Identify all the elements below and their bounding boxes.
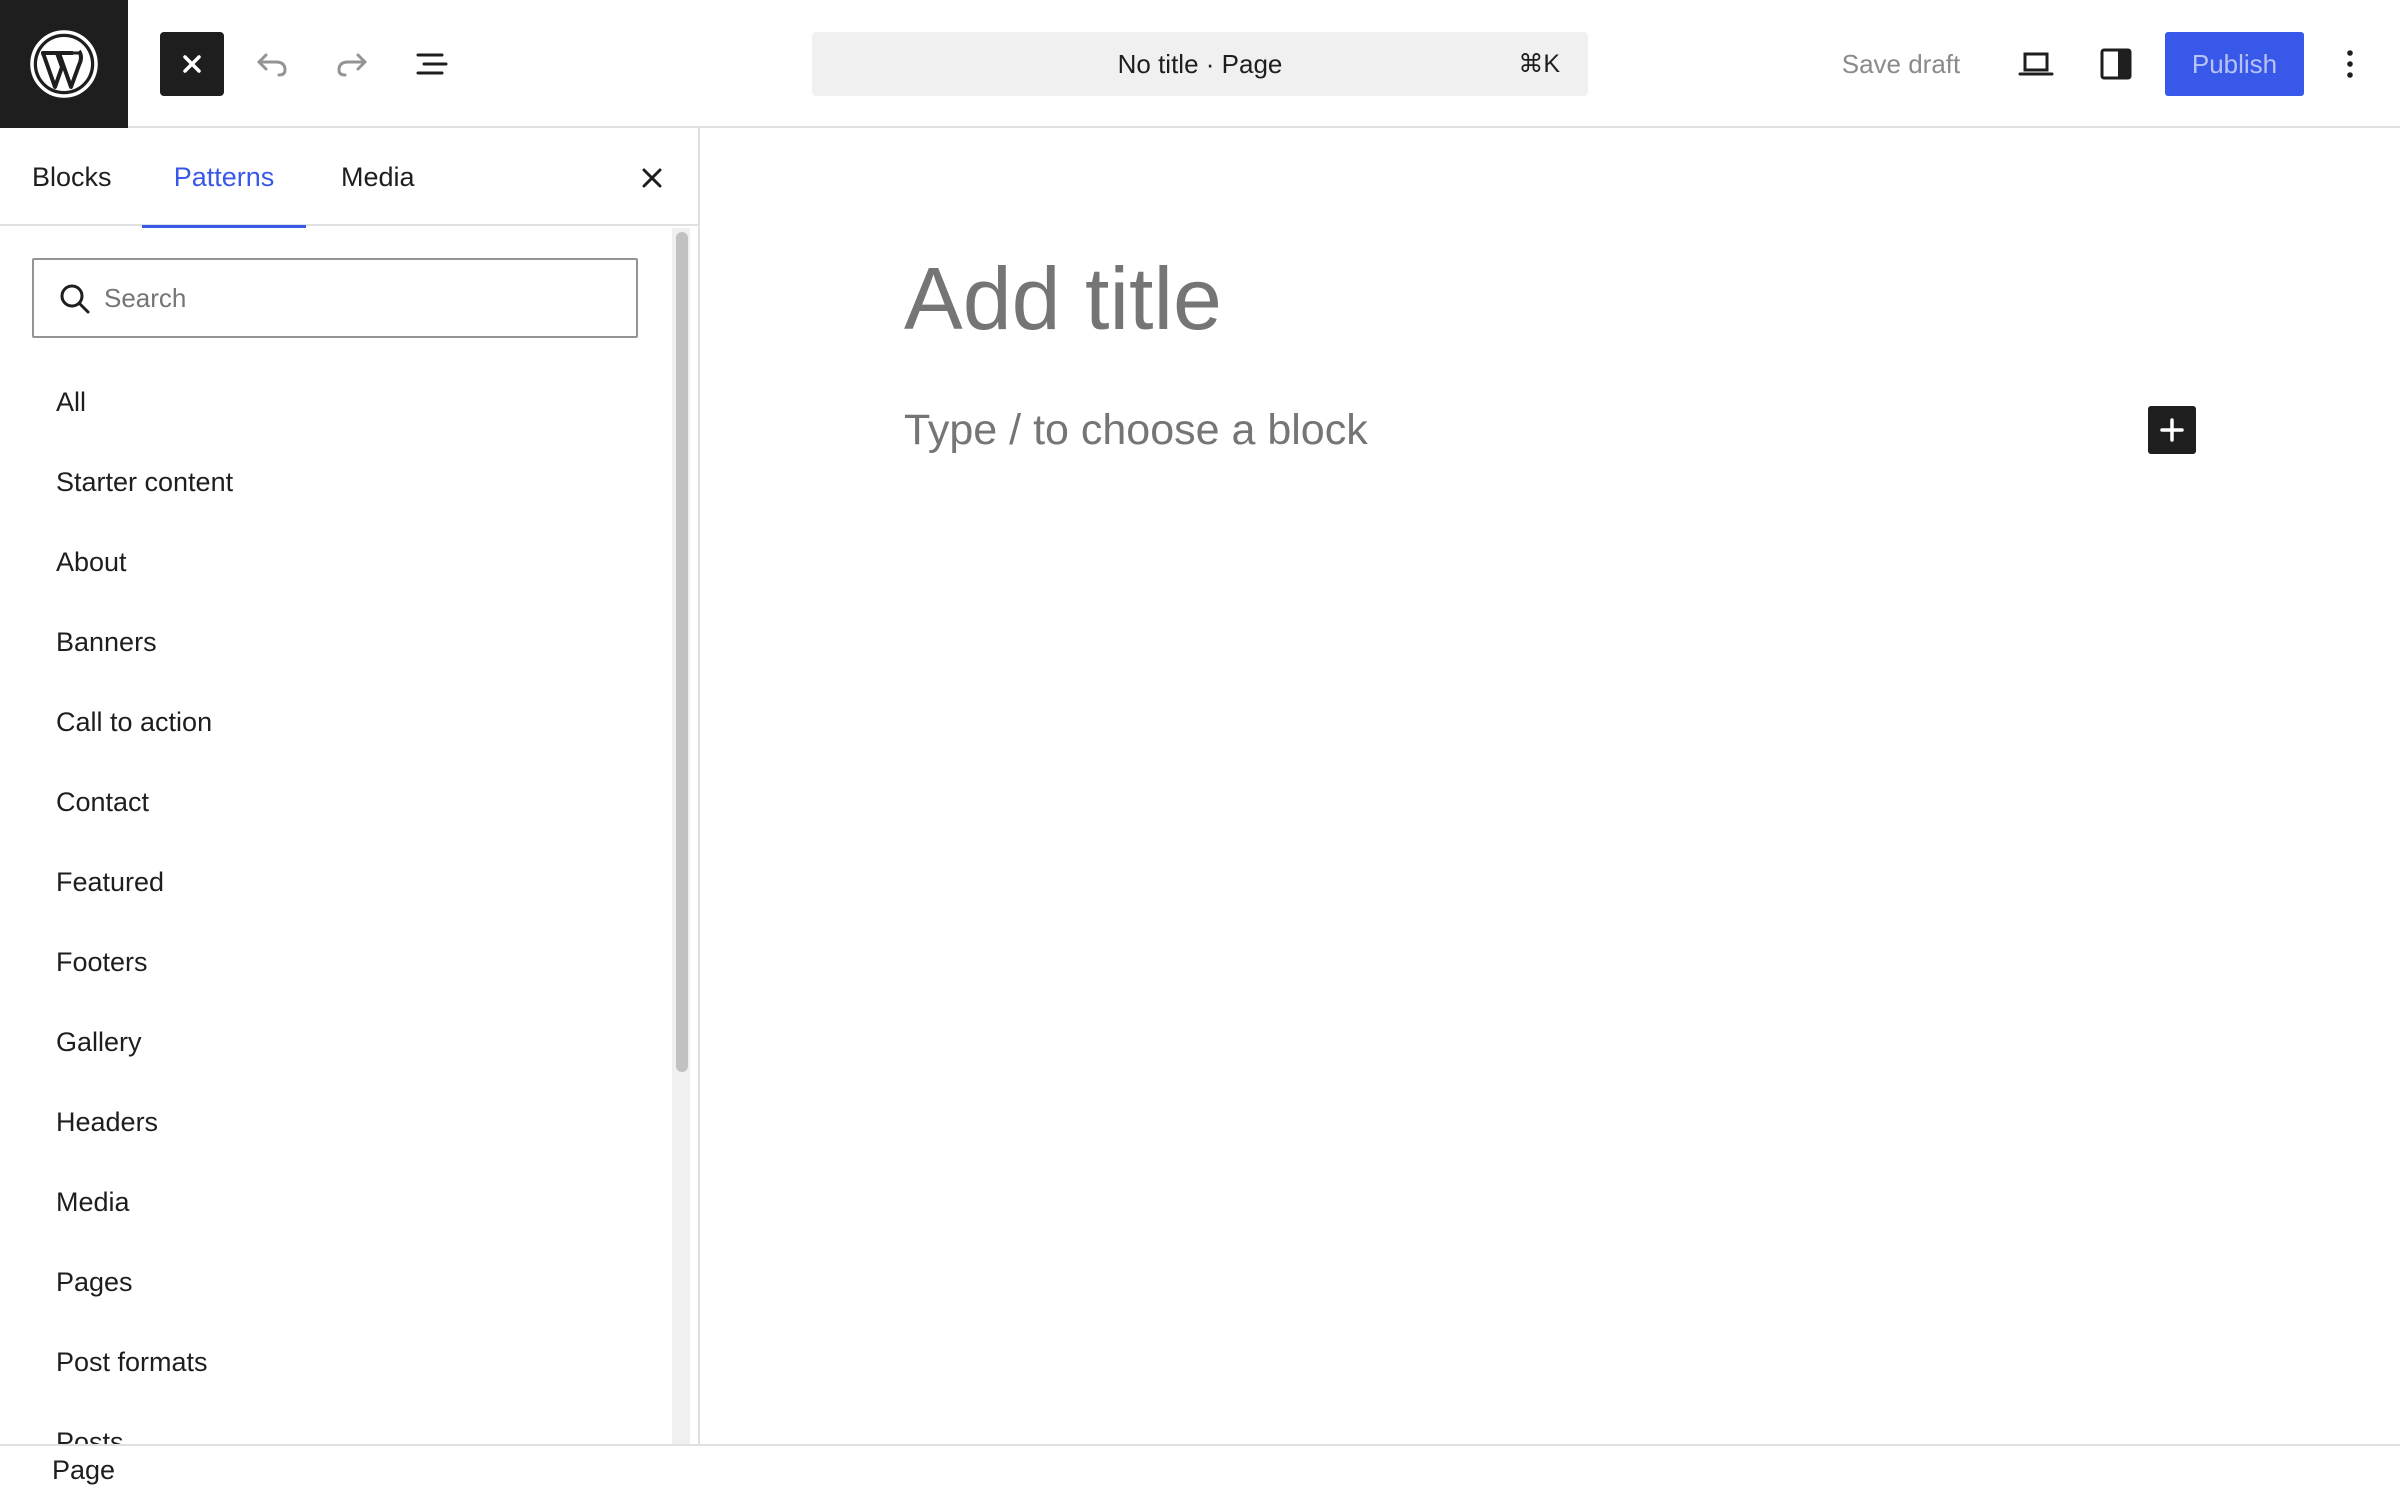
pattern-search-input[interactable] <box>104 260 624 336</box>
undo-button[interactable] <box>240 32 304 96</box>
search-icon <box>60 284 90 314</box>
close-icon <box>642 168 662 188</box>
add-block-button[interactable] <box>2148 406 2196 454</box>
publish-button[interactable]: Publish <box>2165 32 2304 96</box>
wordpress-logo-button[interactable] <box>0 0 128 128</box>
pattern-search-box <box>32 258 638 338</box>
close-icon <box>183 55 201 73</box>
category-featured[interactable]: Featured <box>56 852 164 912</box>
save-draft-button[interactable]: Save draft <box>1812 32 1990 96</box>
tab-patterns[interactable]: Patterns <box>142 128 306 228</box>
category-contact[interactable]: Contact <box>56 772 149 832</box>
editor-header: No title · Page ⌘K Save draft Publish <box>0 0 2400 128</box>
category-starter-content[interactable]: Starter content <box>56 452 233 512</box>
category-post-formats[interactable]: Post formats <box>56 1332 208 1392</box>
category-all[interactable]: All <box>56 372 86 432</box>
document-title: No title · Page <box>1117 48 1283 79</box>
plus-icon <box>2160 418 2184 442</box>
post-title-field[interactable]: Add title <box>904 248 1222 350</box>
document-overview-button[interactable] <box>400 32 464 96</box>
block-inserter-panel: Blocks Patterns Media All Starter conten… <box>0 128 700 1444</box>
category-footers[interactable]: Footers <box>56 932 148 992</box>
pattern-category-list: All Starter content About Banners Call t… <box>0 368 670 1445</box>
close-inserter-button[interactable] <box>160 32 224 96</box>
settings-sidebar-button[interactable] <box>2084 32 2148 96</box>
preview-button[interactable] <box>2004 32 2068 96</box>
category-pages[interactable]: Pages <box>56 1252 133 1312</box>
category-headers[interactable]: Headers <box>56 1092 158 1152</box>
category-banners[interactable]: Banners <box>56 612 157 672</box>
default-block-appender[interactable]: Type / to choose a block <box>904 406 1368 455</box>
undo-icon <box>257 53 287 77</box>
category-about[interactable]: About <box>56 532 127 592</box>
category-call-to-action[interactable]: Call to action <box>56 692 212 752</box>
laptop-icon <box>2018 52 2054 76</box>
command-shortcut: ⌘K <box>1518 50 1560 78</box>
tab-media[interactable]: Media <box>341 128 415 226</box>
category-posts[interactable]: Posts <box>56 1412 124 1445</box>
category-list-scrollbar-thumb[interactable] <box>676 232 688 1072</box>
options-menu-button[interactable] <box>2320 32 2380 96</box>
editor-footer: Page <box>0 1444 2400 1494</box>
tab-blocks[interactable]: Blocks <box>32 128 112 226</box>
sidebar-toggle-icon <box>2100 48 2132 80</box>
wordpress-logo-icon <box>30 30 98 98</box>
category-media[interactable]: Media <box>56 1172 130 1232</box>
redo-icon <box>337 53 367 77</box>
block-breadcrumb[interactable]: Page <box>52 1446 115 1494</box>
list-view-icon <box>416 53 448 75</box>
inserter-tabs: Blocks Patterns Media <box>0 128 698 228</box>
editor-canvas: Add title Type / to choose a block <box>702 130 2400 1444</box>
category-gallery[interactable]: Gallery <box>56 1012 142 1072</box>
more-vertical-icon <box>2347 50 2353 78</box>
close-inserter-panel-button[interactable] <box>620 150 684 206</box>
command-palette-bar[interactable]: No title · Page ⌘K <box>812 32 1588 96</box>
redo-button[interactable] <box>320 32 384 96</box>
